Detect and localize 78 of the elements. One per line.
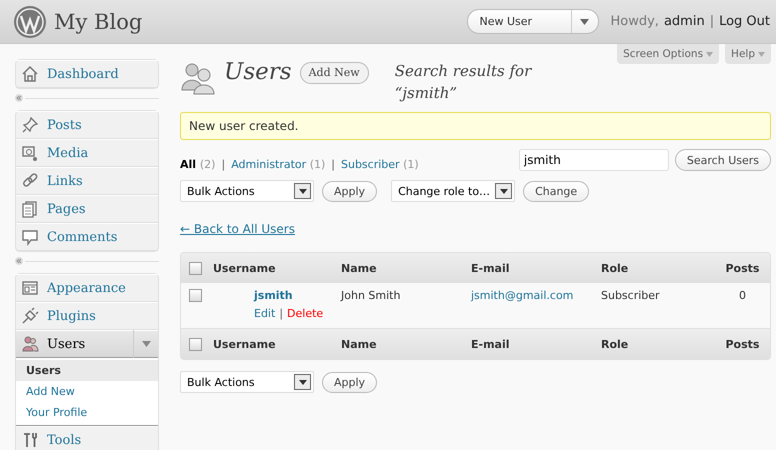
pages-icon xyxy=(21,200,39,218)
pushpin-icon xyxy=(21,116,39,134)
favorite-actions-dropdown[interactable]: New User xyxy=(466,9,598,34)
collapse-icon xyxy=(15,94,23,102)
menu-item[interactable]: Media xyxy=(16,139,158,167)
greeting-text: Howdy, xyxy=(610,14,659,29)
column-header[interactable]: Role xyxy=(601,260,715,276)
menu-item[interactable]: Posts xyxy=(16,111,158,139)
submenu-item[interactable]: Add New xyxy=(16,381,158,402)
logo-icon xyxy=(13,4,47,38)
layout-icon xyxy=(21,279,39,297)
filter-link[interactable]: Subscriber (1) xyxy=(341,158,419,171)
edit-link[interactable]: Edit xyxy=(254,307,276,320)
email-link[interactable]: jsmith@gmail.com xyxy=(471,287,601,304)
screen-tab[interactable]: Screen Options xyxy=(617,44,720,64)
menu-item[interactable]: Comments xyxy=(16,223,158,251)
filter-link[interactable]: All (2) xyxy=(180,158,216,171)
column-header[interactable]: Username xyxy=(213,336,341,352)
logout-link[interactable]: Log Out xyxy=(719,14,770,29)
menu-item[interactable]: Dashboard xyxy=(16,60,158,88)
menu-item[interactable]: Users xyxy=(16,330,158,358)
menu-item[interactable]: Pages xyxy=(16,195,158,223)
search-users-button[interactable]: Search Users xyxy=(674,149,771,171)
dropdown-arrow-icon xyxy=(298,188,306,194)
dropdown-arrow-icon xyxy=(142,341,150,347)
dropdown-arrow-icon xyxy=(500,188,508,194)
media-icon xyxy=(21,144,39,162)
column-header[interactable]: Role xyxy=(601,336,715,352)
plug-icon xyxy=(21,307,39,325)
notice-message: New user created. xyxy=(180,112,771,140)
apply-button[interactable]: Apply xyxy=(322,180,378,202)
checkbox[interactable] xyxy=(189,338,202,351)
dropdown-arrow-icon xyxy=(298,380,306,384)
screen-tab[interactable]: Help xyxy=(725,44,771,64)
username-link[interactable]: admin xyxy=(664,14,705,29)
separator-text: | xyxy=(331,158,335,171)
separator-text: | xyxy=(710,14,714,29)
column-header[interactable]: Posts xyxy=(715,336,770,352)
dropdown-arrow-icon xyxy=(758,52,765,56)
back-link[interactable]: ← Back to All Users xyxy=(180,222,295,236)
column-header[interactable]: Name xyxy=(341,260,471,276)
site-title[interactable]: My Blog xyxy=(54,10,142,34)
separator-text: | xyxy=(221,158,226,171)
dropdown-arrow-icon xyxy=(706,52,714,56)
house-icon xyxy=(21,65,39,83)
column-header[interactable]: Name xyxy=(341,336,471,352)
column-header[interactable]: E-mail xyxy=(471,260,601,276)
people-icon xyxy=(21,335,39,353)
speech-bubble-icon xyxy=(21,228,39,246)
menu-item[interactable]: Tools xyxy=(16,426,158,450)
column-header[interactable]: Posts xyxy=(715,260,770,276)
table-cell-text: 0 xyxy=(738,288,747,304)
menu-item[interactable]: Appearance xyxy=(16,274,158,302)
change-role-select[interactable]: Change role to… xyxy=(391,180,516,202)
submenu-item[interactable]: Your Profile xyxy=(16,402,158,423)
submenu-item[interactable]: Users xyxy=(16,360,158,381)
column-header[interactable]: Username xyxy=(213,260,341,276)
apply-button[interactable]: Apply xyxy=(322,372,378,392)
tools-icon xyxy=(21,431,39,449)
username-link[interactable]: jsmith xyxy=(254,289,293,302)
search-field[interactable]: jsmith xyxy=(518,149,669,171)
search-results-title: Search results for “jsmith” xyxy=(394,61,533,104)
checkbox[interactable] xyxy=(189,289,202,302)
column-header[interactable]: E-mail xyxy=(471,336,601,352)
add-new-button[interactable]: Add New xyxy=(300,62,369,84)
table-cell-text: Subscriber xyxy=(601,288,661,304)
separator-text: | xyxy=(279,307,284,320)
checkbox[interactable] xyxy=(189,262,202,275)
menu-item[interactable]: Links xyxy=(16,167,158,195)
delete-link[interactable]: Delete xyxy=(287,307,324,320)
change-button[interactable]: Change xyxy=(523,180,590,202)
dropdown-arrow-icon xyxy=(580,18,589,24)
table-cell-text: John Smith xyxy=(341,288,402,304)
bulk-actions-select[interactable]: Bulk Actions xyxy=(180,371,314,393)
filter-link[interactable]: Administrator (1) xyxy=(231,158,326,171)
collapse-icon xyxy=(15,257,23,265)
page-title: Users xyxy=(224,60,292,84)
bulk-actions-select[interactable]: Bulk Actions xyxy=(180,180,314,202)
